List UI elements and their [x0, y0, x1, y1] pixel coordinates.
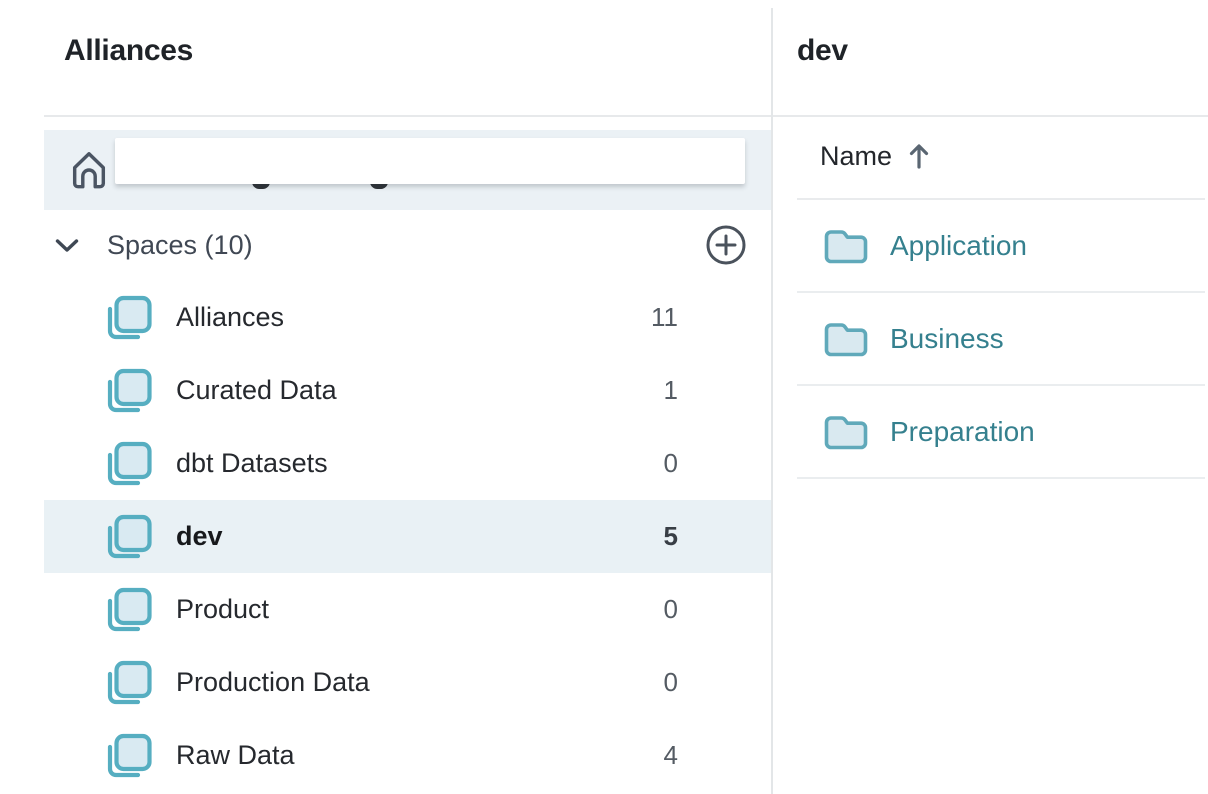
spaces-section-label: Spaces (10) [107, 230, 253, 261]
space-name: Curated Data [176, 375, 337, 406]
folder-link[interactable]: Business [890, 323, 1004, 355]
space-name: dbt Datasets [176, 448, 328, 479]
space-icon [102, 365, 154, 417]
space-contents-panel: dev Name Application [773, 0, 1208, 794]
folder-icon [822, 319, 870, 359]
folder-icon [822, 226, 870, 266]
arrow-up-icon [908, 142, 930, 170]
sidebar-item-dev[interactable]: dev 5 [44, 500, 771, 573]
space-count: 0 [664, 448, 771, 479]
folder-row-preparation[interactable]: Preparation [797, 386, 1205, 479]
space-icon [102, 584, 154, 636]
dataset-browser-window: Alliances Spaces (10) [0, 0, 1208, 794]
space-name: dev [176, 521, 223, 552]
folder-row-application[interactable]: Application [797, 200, 1205, 293]
folder-icon [822, 412, 870, 452]
folder-link[interactable]: Preparation [890, 416, 1035, 448]
sidebar-title: Alliances [64, 34, 193, 68]
sidebar-item-curated-data[interactable]: Curated Data 1 [44, 354, 771, 427]
sidebar-item-production-data[interactable]: Production Data 0 [44, 646, 771, 719]
space-count: 5 [664, 521, 771, 552]
sidebar-item-raw-data[interactable]: Raw Data 4 [44, 719, 771, 792]
space-icon [102, 511, 154, 563]
redacted-text-overlay [115, 138, 745, 184]
sidebar-item-alliances[interactable]: Alliances 11 [44, 281, 771, 354]
space-name: Raw Data [176, 740, 295, 771]
spaces-sidebar: Alliances Spaces (10) [0, 0, 771, 794]
spaces-section-row[interactable]: Spaces (10) [44, 222, 771, 268]
space-icon [102, 438, 154, 490]
folder-row-business[interactable]: Business [797, 293, 1205, 386]
name-header-label: Name [820, 141, 892, 172]
space-count: 4 [664, 740, 771, 771]
sidebar-header-divider [44, 115, 771, 117]
chevron-down-icon[interactable] [54, 237, 80, 254]
space-count: 0 [664, 667, 771, 698]
space-count: 0 [664, 594, 771, 625]
folder-table: Application Business Preparation [797, 200, 1205, 479]
space-icon [102, 292, 154, 344]
space-icon [102, 730, 154, 782]
space-name: Alliances [176, 302, 284, 333]
plus-circle-icon[interactable] [705, 224, 747, 266]
page-title: dev [797, 34, 848, 68]
panel-header-divider [773, 115, 1208, 117]
name-column-header[interactable]: Name [820, 134, 930, 178]
space-name: Product [176, 594, 269, 625]
space-count: 11 [651, 302, 771, 333]
sidebar-item-dbt-datasets[interactable]: dbt Datasets 0 [44, 427, 771, 500]
space-list: Alliances 11 Curated Data 1 [44, 281, 771, 792]
space-count: 1 [664, 375, 771, 406]
space-icon [102, 657, 154, 709]
sidebar-item-product[interactable]: Product 0 [44, 573, 771, 646]
space-name: Production Data [176, 667, 370, 698]
home-icon [68, 147, 110, 193]
folder-link[interactable]: Application [890, 230, 1027, 262]
